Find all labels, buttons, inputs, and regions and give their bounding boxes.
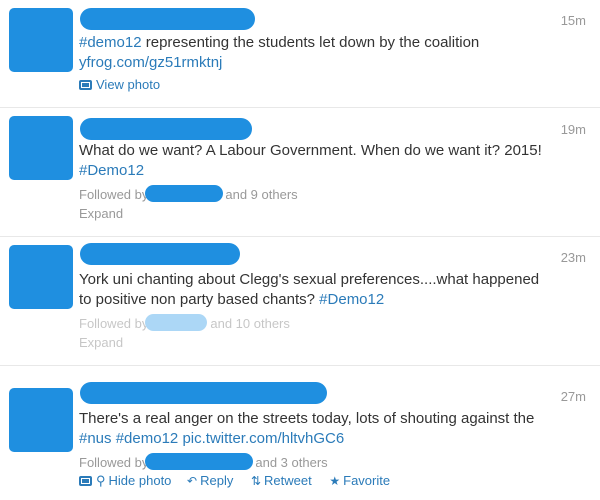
followed-by-label: Followed by xyxy=(79,455,149,470)
followed-by-others[interactable]: and 3 others xyxy=(255,455,327,470)
hashtag-link[interactable]: #Demo12 xyxy=(79,162,144,179)
redacted-username[interactable] xyxy=(80,8,255,30)
avatar[interactable] xyxy=(9,245,73,309)
tweet-actions: View photo xyxy=(79,77,174,92)
tweet-text-line2: to positive non party based chants? #Dem… xyxy=(79,290,590,309)
expand-link[interactable]: Expand xyxy=(79,206,123,221)
hide-photo-label: Hide photo xyxy=(108,473,172,488)
photo-icon xyxy=(79,80,92,90)
tweet-text-body: to positive non party based chants? xyxy=(79,291,315,308)
retweet-label: Retweet xyxy=(264,473,312,488)
tweet-1[interactable]: 15m #demo12 representing the students le… xyxy=(0,0,600,108)
avatar[interactable] xyxy=(9,8,73,72)
favorite-button[interactable]: ★ Favorite xyxy=(329,473,390,488)
reply-button[interactable]: ↶ Reply xyxy=(187,473,233,488)
tweet-text: York uni chanting about Clegg's sexual p… xyxy=(79,271,540,288)
tweet-4[interactable]: 27m There's a real anger on the streets … xyxy=(0,366,600,500)
followed-by-label: Followed by xyxy=(79,187,149,202)
tweet-hashtag-line: #Demo12 xyxy=(79,161,590,180)
followed-by: Followed by and 3 others xyxy=(79,453,328,470)
favorite-label: Favorite xyxy=(343,473,391,488)
followed-by: Followed by and 10 others xyxy=(79,314,290,331)
tweet-actions: ⚲ Hide photo ↶ Reply ⇅ Retweet ★ Favorite xyxy=(79,473,404,489)
hashtag-link[interactable]: #demo12 xyxy=(116,430,179,447)
view-photo-label: View photo xyxy=(96,77,161,92)
redacted-follower[interactable] xyxy=(145,185,224,202)
retweet-button[interactable]: ⇅ Retweet xyxy=(251,473,312,488)
location-pin-icon: ⚲ xyxy=(96,473,106,488)
hashtag-link[interactable]: #nus xyxy=(79,430,112,447)
retweet-icon: ⇅ xyxy=(250,474,262,488)
tweet-timestamp[interactable]: 23m xyxy=(561,250,586,265)
followed-by-label: Followed by xyxy=(79,316,149,331)
tweet-timestamp[interactable]: 27m xyxy=(561,389,586,404)
avatar[interactable] xyxy=(9,116,73,180)
tweet-text: There's a real anger on the streets toda… xyxy=(79,410,535,427)
reply-icon: ↶ xyxy=(187,474,198,488)
pic-link[interactable]: pic.twitter.com/hltvhGC6 xyxy=(182,430,344,447)
followed-by-others[interactable]: and 9 others xyxy=(225,187,297,202)
hashtag-link[interactable]: #demo12 xyxy=(79,34,142,51)
hide-photo-button[interactable]: ⚲ Hide photo xyxy=(79,473,171,489)
tweet-3[interactable]: 23m York uni chanting about Clegg's sexu… xyxy=(0,237,600,365)
tweet-timestamp[interactable]: 19m xyxy=(561,122,586,137)
redacted-username[interactable] xyxy=(80,243,240,265)
tweet-links-line: #nus #demo12 pic.twitter.com/hltvhGC6 xyxy=(79,429,590,448)
tweet-text: #demo12 representing the students let do… xyxy=(79,33,590,52)
followed-by: Followed by and 9 others xyxy=(79,185,298,202)
hashtag-link[interactable]: #Demo12 xyxy=(319,291,384,308)
star-icon: ★ xyxy=(329,474,341,488)
redacted-username[interactable] xyxy=(80,118,252,140)
avatar[interactable] xyxy=(9,388,73,452)
redacted-follower[interactable] xyxy=(145,314,208,331)
redacted-username[interactable] xyxy=(80,382,327,404)
view-photo-button[interactable]: View photo xyxy=(79,77,160,92)
redacted-follower[interactable] xyxy=(145,453,254,470)
expand-link[interactable]: Expand xyxy=(79,335,123,350)
tweet-text-body: representing the students let down by th… xyxy=(141,34,480,51)
tweet-timestamp[interactable]: 15m xyxy=(561,13,586,28)
tweet-2[interactable]: 19m What do we want? A Labour Government… xyxy=(0,108,600,236)
yfrog-link[interactable]: yfrog.com/gz51rmktnj xyxy=(79,54,222,71)
tweet-text: What do we want? A Labour Government. Wh… xyxy=(79,142,542,159)
tweet-link-line: yfrog.com/gz51rmktnj xyxy=(79,53,590,72)
followed-by-others[interactable]: and 10 others xyxy=(210,316,290,331)
reply-label: Reply xyxy=(200,473,234,488)
photo-icon xyxy=(79,476,92,486)
